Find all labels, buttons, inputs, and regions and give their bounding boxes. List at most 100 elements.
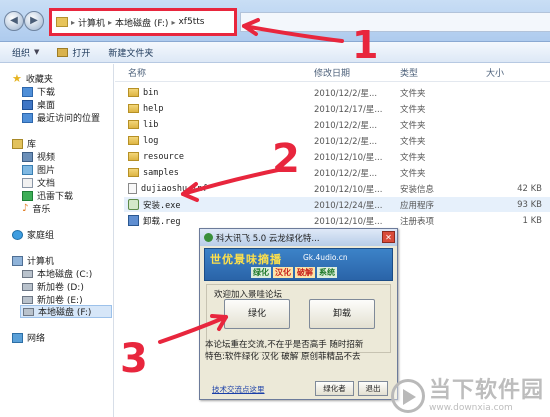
forward-button[interactable]: ▶ [24, 11, 44, 31]
nav-pictures[interactable]: 图片 [22, 163, 55, 176]
tech-exchange-link[interactable]: 技术交流点这里 [212, 384, 265, 395]
file-date: 2010/12/2/星... [314, 168, 378, 179]
file-row[interactable]: lib 2010/12/2/星... 文件夹 [124, 117, 550, 132]
nav-drive-c[interactable]: 本地磁盘 (C:) [22, 267, 92, 280]
drive-icon [22, 282, 33, 291]
nav-drive-d[interactable]: 新加卷 (D:) [22, 280, 84, 293]
dialog-title-bar[interactable]: 科大讯飞 5.0 云龙绿化特... [200, 229, 397, 246]
nav-network[interactable]: 网络 [12, 331, 45, 344]
nav-libraries[interactable]: 库 [12, 137, 36, 150]
app-icon [204, 233, 213, 242]
banner-title: 世优景味摘播 [210, 253, 282, 266]
file-row[interactable]: help 2010/12/17/星... 文件夹 [124, 101, 550, 116]
file-row[interactable]: resource 2010/12/10/星... 文件夹 [124, 149, 550, 164]
file-name: 卸载.reg [143, 216, 181, 227]
column-header-name[interactable]: 名称 [128, 64, 146, 81]
nav-label: 图片 [37, 166, 56, 176]
column-header-type[interactable]: 类型 [400, 64, 418, 81]
open-label: 打开 [72, 48, 91, 59]
desktop-icon [22, 99, 33, 110]
watermark-name: 当下软件园 [428, 378, 544, 403]
folder-icon [128, 104, 139, 113]
drive-icon [23, 307, 34, 316]
description-line: 特色:软件绿化 汉化 破解 原创菲精品不去 [205, 352, 361, 362]
application-icon [128, 199, 139, 210]
new-folder-label: 新建文件夹 [108, 48, 154, 59]
nav-homegroup[interactable]: 家庭组 [12, 228, 54, 241]
registry-file-icon [128, 215, 139, 226]
file-row[interactable]: bin 2010/12/2/星... 文件夹 [124, 85, 550, 100]
nav-xunlei[interactable]: 迅雷下载 [22, 189, 73, 202]
banner-tag: 系统 [317, 267, 337, 278]
breadcrumb-drive[interactable]: 本地磁盘 (F:) [115, 16, 168, 29]
nav-videos[interactable]: 视频 [22, 150, 55, 163]
nav-drive-f[interactable]: 本地磁盘 (F:) [20, 305, 112, 318]
file-date: 2010/12/24/星... [314, 200, 383, 211]
file-name: help [143, 103, 164, 114]
file-date: 2010/12/2/星... [314, 88, 378, 99]
file-date: 2010/12/10/星... [314, 216, 383, 227]
nav-music[interactable]: ♪ 音乐 [22, 202, 50, 215]
file-date: 2010/12/17/星... [314, 104, 383, 115]
file-type: 文件夹 [400, 152, 426, 163]
dialog-title: 科大讯飞 5.0 云龙绿化特... [216, 233, 320, 244]
open-icon [57, 47, 69, 57]
nav-label: 新加卷 (D:) [37, 283, 84, 293]
chevron-down-icon: ▼ [34, 48, 40, 56]
exit-button[interactable]: 退出 [358, 381, 388, 396]
breadcrumb-computer[interactable]: 计算机 [78, 16, 105, 29]
file-size: 1 KB [522, 215, 542, 226]
file-row[interactable]: 安装.exe 2010/12/24/星... 应用程序 93 KB [124, 197, 550, 212]
file-date: 2010/12/2/星... [314, 136, 378, 147]
star-icon: ★ [12, 71, 22, 85]
file-size: 93 KB [517, 199, 542, 210]
nav-label: 收藏夹 [25, 75, 53, 85]
close-button[interactable]: ✕ [382, 231, 395, 243]
new-folder-button[interactable]: 新建文件夹 [108, 46, 153, 59]
file-size: 42 KB [517, 183, 542, 194]
document-icon [22, 177, 33, 188]
open-button[interactable]: 打开 [57, 46, 90, 59]
nav-computer[interactable]: 计算机 [12, 254, 54, 267]
address-bar[interactable]: ▸ 计算机 ▸ 本地磁盘 (F:) ▸ xf5tts [50, 9, 236, 35]
author-button[interactable]: 绿化者 [315, 381, 354, 396]
homegroup-icon [12, 229, 23, 240]
file-type: 应用程序 [400, 200, 435, 211]
banner-tag: 破解 [295, 267, 315, 278]
file-row[interactable]: 卸载.reg 2010/12/10/星... 注册表项 1 KB [124, 213, 550, 228]
command-toolbar: 组织 ▼ 打开 新建文件夹 [0, 42, 550, 63]
column-header-size[interactable]: 大小 [486, 64, 504, 81]
file-type: 文件夹 [400, 120, 426, 131]
file-date: 2010/12/2/星... [314, 120, 378, 131]
nav-recent[interactable]: 最近访问的位置 [22, 111, 100, 124]
folder-icon [128, 136, 139, 145]
nav-downloads[interactable]: 下载 [22, 85, 55, 98]
title-bar: ◀ ▶ ▸ 计算机 ▸ 本地磁盘 (F:) ▸ xf5tts [0, 0, 550, 42]
address-bar-rest[interactable] [240, 12, 550, 32]
folder-icon [128, 88, 139, 97]
installer-dialog: 科大讯飞 5.0 云龙绿化特... ✕ 世优景味摘播 Gk.4udio.cn 绿… [199, 228, 398, 400]
uninstall-button[interactable]: 卸载 [309, 299, 375, 329]
file-name: 安装.exe [143, 200, 181, 211]
nav-label: 视频 [37, 153, 56, 163]
file-row[interactable]: samples 2010/12/2/星... 文件夹 [124, 165, 550, 180]
green-install-button[interactable]: 绿化 [224, 299, 290, 329]
dialog-footer: 技术交流点这里 绿化者 退出 [200, 379, 397, 399]
recent-places-icon [22, 112, 33, 123]
nav-documents[interactable]: 文档 [22, 176, 55, 189]
column-label: 修改日期 [314, 69, 351, 79]
nav-favorites[interactable]: ★ 收藏夹 [12, 71, 53, 86]
organize-button[interactable]: 组织 ▼ [12, 46, 39, 59]
library-icon [12, 138, 23, 149]
file-type: 文件夹 [400, 136, 426, 147]
back-button[interactable]: ◀ [4, 11, 24, 31]
nav-label: 计算机 [27, 257, 55, 267]
file-type: 文件夹 [400, 168, 426, 179]
nav-label: 网络 [27, 334, 46, 344]
file-row[interactable]: dujiaoshu.inf 2010/12/10/星... 安装信息 42 KB [124, 181, 550, 196]
file-row[interactable]: log 2010/12/2/星... 文件夹 [124, 133, 550, 148]
nav-desktop[interactable]: 桌面 [22, 98, 55, 111]
breadcrumb-folder[interactable]: xf5tts [178, 17, 204, 27]
column-header-modified[interactable]: 修改日期 [314, 64, 350, 81]
site-watermark: 当下软件园 www.downxia.com [390, 378, 544, 413]
